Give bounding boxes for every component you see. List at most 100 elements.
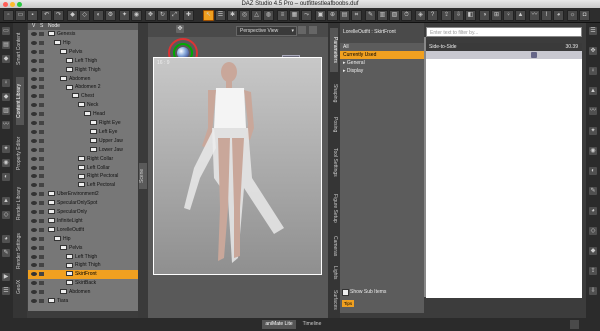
prop-icon-left[interactable]: ▲ [2, 197, 10, 205]
selectable-toggle-icon[interactable] [39, 49, 44, 54]
selectable-toggle-icon[interactable] [39, 263, 44, 268]
tab-geox[interactable]: Geo/X [16, 277, 22, 297]
filter-input[interactable]: Enter text to filter by... [426, 27, 582, 37]
params-divider[interactable] [424, 37, 426, 297]
surface-tool-icon[interactable]: ◎ [239, 10, 250, 21]
scale-tool-icon[interactable]: ⤢ [169, 10, 180, 21]
prop-icon[interactable]: ▲ [515, 10, 526, 21]
category-item[interactable]: All [340, 43, 424, 51]
slider-value[interactable]: 30.39 [565, 44, 578, 50]
save-file-icon[interactable]: ▪ [27, 10, 38, 21]
camera-select[interactable]: Perspective View ▾ [236, 26, 297, 36]
selectable-toggle-icon[interactable] [39, 299, 44, 303]
tab-right-2[interactable]: Posing [330, 113, 338, 137]
fit-icon[interactable]: ⊞ [491, 10, 502, 21]
pose-icon-right[interactable]: ◆ [589, 247, 597, 255]
scene-tree-row[interactable]: Chest [28, 92, 138, 101]
help-icon[interactable]: ? [427, 10, 438, 21]
scene-tree-row[interactable]: SkirtFront [28, 270, 138, 280]
camera-icon-left[interactable]: ◉ [2, 159, 10, 167]
scene-tree-row[interactable]: Lower Jaw [28, 146, 138, 155]
prop-icon-right[interactable]: ▲ [589, 87, 597, 95]
tab-smart-content[interactable]: Smart Content [16, 25, 22, 73]
scene-tree-row[interactable]: SkirtBack [28, 279, 138, 288]
scene-tree-row[interactable]: Left Thigh [28, 57, 138, 66]
scene-tree-row[interactable]: Pelvis [28, 48, 138, 57]
selectable-toggle-icon[interactable] [39, 138, 44, 143]
draw-style-icon[interactable] [298, 26, 306, 34]
material-icon-left[interactable]: ◕ [2, 235, 10, 243]
viewport-options-icon[interactable] [309, 26, 317, 34]
pane-icon[interactable]: ▧ [389, 10, 400, 21]
list-icon-left[interactable]: ☰ [2, 287, 10, 295]
tab-animate-lite[interactable]: aniMate Lite [262, 320, 296, 329]
animation-icon-left[interactable]: ▶ [2, 273, 10, 281]
selectable-toggle-icon[interactable] [39, 94, 44, 99]
visibility-eye-icon[interactable] [31, 254, 37, 259]
scene-tree-row[interactable]: Tiara [28, 297, 138, 306]
tab-render-settings[interactable]: Render Settings [16, 229, 22, 273]
scene-tree-row[interactable]: Right Collar [28, 155, 138, 164]
spot-render-icon[interactable]: ◍ [263, 10, 274, 21]
content-icon[interactable]: ◆ [67, 10, 78, 21]
selectable-toggle-icon[interactable] [39, 245, 44, 250]
selectable-toggle-icon[interactable] [39, 67, 44, 72]
universal-tool-icon[interactable]: ↖ [203, 10, 214, 21]
grid-icon[interactable]: ▤ [339, 10, 350, 21]
selectable-toggle-icon[interactable] [39, 156, 44, 161]
tab-right-6[interactable]: Lights [330, 263, 338, 283]
scene-tree-row[interactable]: SpecularOnly [28, 208, 138, 217]
scene-tree-row[interactable]: Abdomen [28, 75, 138, 84]
slider-knob[interactable] [531, 52, 537, 58]
selectable-column-header[interactable]: S [40, 23, 43, 30]
scene-tree-row[interactable]: Hip [28, 235, 138, 244]
selectable-toggle-icon[interactable] [39, 103, 44, 108]
wire-icon[interactable]: ⌗ [351, 10, 362, 21]
move-icon-right[interactable]: ✥ [589, 47, 597, 55]
visibility-eye-icon[interactable] [31, 201, 37, 206]
scene-tree-row[interactable]: Right Thigh [28, 261, 138, 270]
visibility-eye-icon[interactable] [31, 227, 37, 232]
geometry-tool-icon[interactable]: △ [251, 10, 262, 21]
pose-tool-icon[interactable]: ☰ [215, 10, 226, 21]
camera-preset-icon[interactable]: ◘ [579, 10, 590, 21]
visibility-eye-icon[interactable] [31, 103, 37, 108]
light-preset-icon[interactable]: ☼ [567, 10, 578, 21]
tab-right-4[interactable]: Figure Setup [330, 189, 338, 227]
side-to-side-slider[interactable] [426, 51, 582, 59]
light-icon[interactable]: ✦ [119, 10, 130, 21]
import-icon[interactable]: ⇩ [453, 10, 464, 21]
scene-tree-row[interactable]: Right Pectoral [28, 172, 138, 181]
scene-tree-row[interactable]: Upper Jaw [28, 137, 138, 146]
scene-tree-row[interactable]: Abdomen [28, 288, 138, 297]
script-icon-left[interactable]: ✎ [2, 249, 10, 257]
tab-render-library[interactable]: Render Library [16, 181, 22, 225]
redo-icon[interactable]: ↷ [53, 10, 64, 21]
scene-tree-row[interactable]: Head [28, 110, 138, 119]
tab-timeline[interactable]: Timeline [299, 320, 325, 329]
selectable-toggle-icon[interactable] [39, 183, 44, 188]
scene-tree-row[interactable]: Right Thigh [28, 66, 138, 75]
minimize-window-icon[interactable] [10, 1, 15, 7]
visibility-eye-icon[interactable] [31, 85, 37, 90]
aim-icon[interactable]: ⊕ [327, 10, 338, 21]
visibility-eye-icon[interactable] [31, 236, 37, 241]
scene-icon-right[interactable]: ◇ [589, 227, 597, 235]
tab-right-7[interactable]: Surfaces [330, 287, 338, 313]
export-icon[interactable]: ⇪ [441, 10, 452, 21]
tips-button[interactable]: Tips [342, 300, 354, 307]
show-sub-items-checkbox[interactable] [342, 289, 349, 296]
selectable-toggle-icon[interactable] [39, 147, 44, 152]
selectable-toggle-icon[interactable] [39, 121, 44, 125]
visibility-eye-icon[interactable] [31, 281, 37, 286]
scene-tree-row[interactable]: Right Eye [28, 119, 138, 128]
selectable-toggle-icon[interactable] [39, 281, 44, 286]
open-file-icon[interactable]: ▭ [15, 10, 26, 21]
timeline-icon[interactable]: ⏱ [401, 10, 412, 21]
scene-tree-row[interactable]: InfiniteLight [28, 217, 138, 226]
scene-tree-row[interactable]: Neck [28, 101, 138, 110]
joint-tool-icon[interactable]: ✚ [183, 10, 194, 21]
zoom-window-icon[interactable] [17, 1, 22, 7]
rotate-tool-icon[interactable]: ↻ [157, 10, 168, 21]
visibility-eye-icon[interactable] [31, 183, 37, 188]
